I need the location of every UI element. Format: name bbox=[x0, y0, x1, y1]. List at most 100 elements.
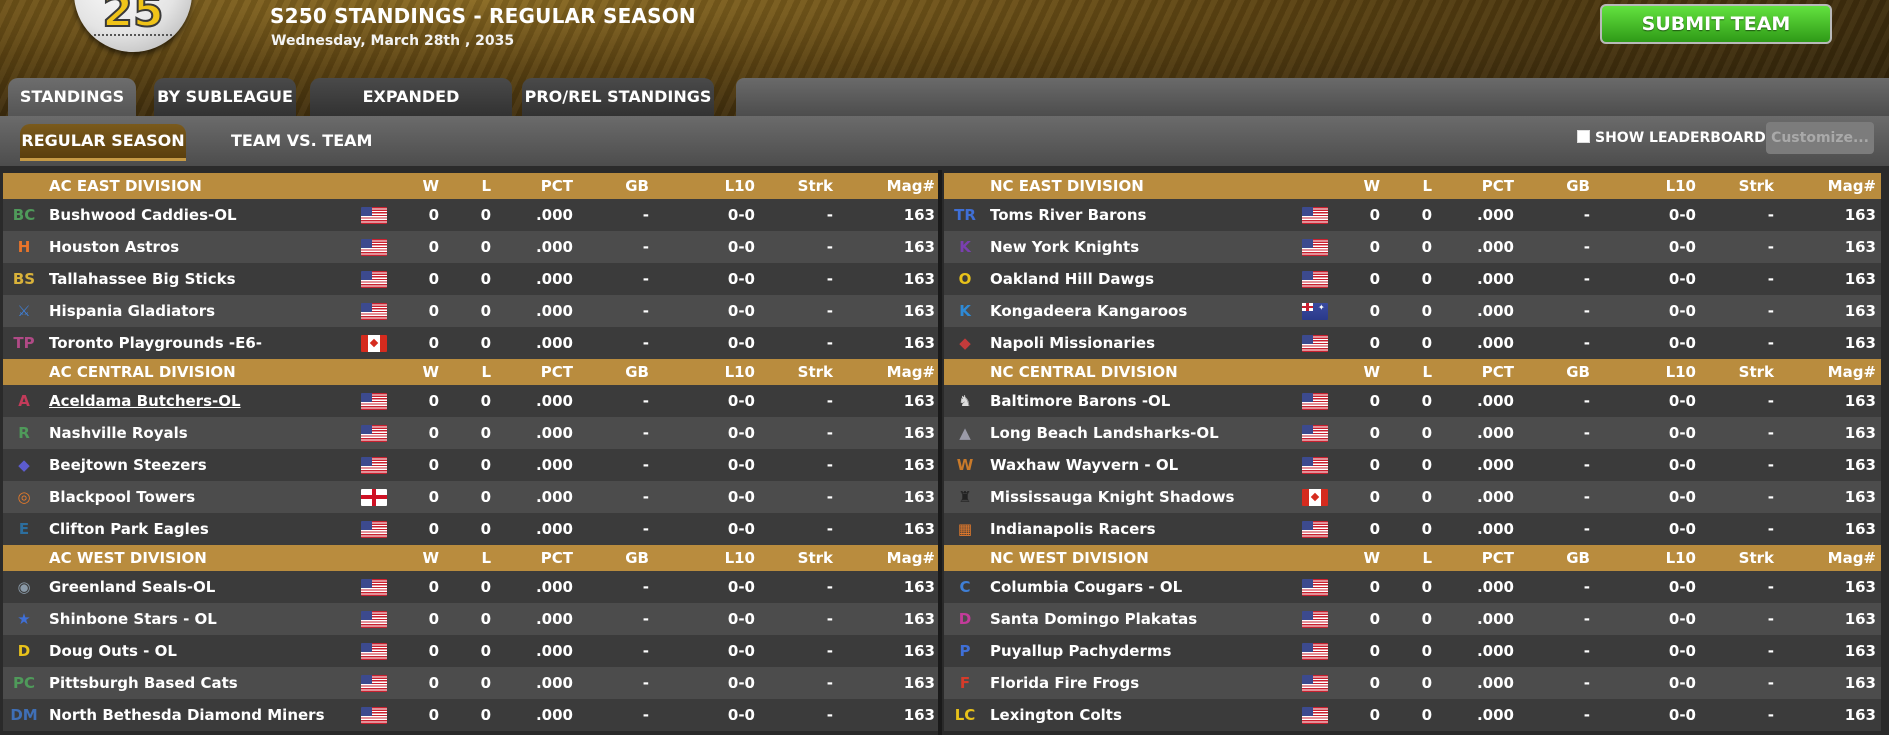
team-row[interactable]: E Clifton Park Eagles 0 0 .000 - 0-0 - 163 bbox=[3, 513, 940, 545]
column-header-w[interactable]: W bbox=[407, 173, 439, 199]
column-header-mag[interactable]: Mag# bbox=[1820, 545, 1876, 571]
team-name[interactable]: Lexington Colts bbox=[990, 699, 1122, 731]
subtab-regular-season[interactable]: REGULAR SEASON bbox=[20, 124, 186, 161]
column-header-w[interactable]: W bbox=[407, 545, 439, 571]
team-row[interactable]: F Florida Fire Frogs 0 0 .000 - 0-0 - 163 bbox=[944, 667, 1881, 699]
team-row[interactable]: O Oakland Hill Dawgs 0 0 .000 - 0-0 - 163 bbox=[944, 263, 1881, 295]
team-row[interactable]: PC Pittsburgh Based Cats 0 0 .000 - 0-0 - 163 bbox=[3, 667, 940, 699]
tab-by-subleague[interactable]: BY SUBLEAGUE bbox=[154, 78, 296, 116]
team-row[interactable]: ♞ Baltimore Barons -OL 0 0 .000 - 0-0 - 163 bbox=[944, 385, 1881, 417]
column-header-w[interactable]: W bbox=[1348, 545, 1380, 571]
column-header-l10[interactable]: L10 bbox=[1648, 545, 1696, 571]
column-header-mag[interactable]: Mag# bbox=[879, 173, 935, 199]
team-row[interactable]: C Columbia Cougars - OL 0 0 .000 - 0-0 - 163 bbox=[944, 571, 1881, 603]
team-row[interactable]: A Aceldama Butchers-OL 0 0 .000 - 0-0 - 163 bbox=[3, 385, 940, 417]
column-header-pct[interactable]: PCT bbox=[523, 545, 573, 571]
team-name[interactable]: Doug Outs - OL bbox=[49, 635, 177, 667]
column-header-l[interactable]: L bbox=[465, 545, 491, 571]
column-header-pct[interactable]: PCT bbox=[523, 359, 573, 385]
column-header-l10[interactable]: L10 bbox=[1648, 173, 1696, 199]
column-header-gb[interactable]: GB bbox=[1564, 173, 1590, 199]
subtab-team-vs-team[interactable]: TEAM VS. TEAM bbox=[231, 124, 372, 158]
column-header-pct[interactable]: PCT bbox=[1464, 173, 1514, 199]
team-name[interactable]: Greenland Seals-OL bbox=[49, 571, 215, 603]
column-header-l10[interactable]: L10 bbox=[707, 359, 755, 385]
column-header-w[interactable]: W bbox=[1348, 359, 1380, 385]
team-name[interactable]: Baltimore Barons -OL bbox=[990, 385, 1170, 417]
submit-team-button[interactable]: SUBMIT TEAM bbox=[1600, 4, 1832, 44]
column-header-gb[interactable]: GB bbox=[1564, 545, 1590, 571]
column-header-strk[interactable]: Strk bbox=[791, 173, 833, 199]
team-row[interactable]: ⚔ Hispania Gladiators 0 0 .000 - 0-0 - 163 bbox=[3, 295, 940, 327]
column-header-strk[interactable]: Strk bbox=[1732, 359, 1774, 385]
column-header-pct[interactable]: PCT bbox=[1464, 545, 1514, 571]
team-name[interactable]: Puyallup Pachyderms bbox=[990, 635, 1171, 667]
team-row[interactable]: TR Toms River Barons 0 0 .000 - 0-0 - 163 bbox=[944, 199, 1881, 231]
team-name[interactable]: Nashville Royals bbox=[49, 417, 188, 449]
team-name[interactable]: Napoli Missionaries bbox=[990, 327, 1155, 359]
column-header-l10[interactable]: L10 bbox=[1648, 359, 1696, 385]
team-name[interactable]: Blackpool Towers bbox=[49, 481, 195, 513]
team-row[interactable]: ◎ Blackpool Towers 0 0 .000 - 0-0 - 163 bbox=[3, 481, 940, 513]
team-name[interactable]: Tallahassee Big Sticks bbox=[49, 263, 236, 295]
team-row[interactable]: ♜ Mississauga Knight Shadows 0 0 .000 - 0-0 - 16… bbox=[944, 481, 1881, 513]
column-header-pct[interactable]: PCT bbox=[523, 173, 573, 199]
team-name[interactable]: Oakland Hill Dawgs bbox=[990, 263, 1154, 295]
column-header-pct[interactable]: PCT bbox=[1464, 359, 1514, 385]
team-row[interactable]: LC Lexington Colts 0 0 .000 - 0-0 - 163 bbox=[944, 699, 1881, 731]
column-header-gb[interactable]: GB bbox=[623, 545, 649, 571]
show-leaderboards-checkbox[interactable] bbox=[1577, 130, 1590, 143]
column-header-l10[interactable]: L10 bbox=[707, 173, 755, 199]
team-name[interactable]: North Bethesda Diamond Miners bbox=[49, 699, 325, 731]
team-row[interactable]: R Nashville Royals 0 0 .000 - 0-0 - 163 bbox=[3, 417, 940, 449]
column-header-gb[interactable]: GB bbox=[623, 359, 649, 385]
team-row[interactable]: H Houston Astros 0 0 .000 - 0-0 - 163 bbox=[3, 231, 940, 263]
team-row[interactable]: ▦ Indianapolis Racers 0 0 .000 - 0-0 - 163 bbox=[944, 513, 1881, 545]
team-name[interactable]: Kongadeera Kangaroos bbox=[990, 295, 1187, 327]
show-leaderboards-toggle[interactable]: SHOW LEADERBOARDS bbox=[1577, 130, 1776, 146]
team-row[interactable]: W Waxhaw Wayvern - OL 0 0 .000 - 0-0 - 163 bbox=[944, 449, 1881, 481]
tab-expanded-standings[interactable]: EXPANDED STANDINGS bbox=[310, 78, 512, 144]
team-name[interactable]: Clifton Park Eagles bbox=[49, 513, 209, 545]
team-row[interactable]: ▲ Long Beach Landsharks-OL 0 0 .000 - 0-0 - 163 bbox=[944, 417, 1881, 449]
column-header-w[interactable]: W bbox=[407, 359, 439, 385]
team-name[interactable]: Aceldama Butchers-OL bbox=[49, 385, 241, 417]
team-row[interactable]: TP Toronto Playgrounds -E6- 0 0 .000 - 0-0 - 163 bbox=[3, 327, 940, 359]
team-name[interactable]: Pittsburgh Based Cats bbox=[49, 667, 238, 699]
team-name[interactable]: Shinbone Stars - OL bbox=[49, 603, 217, 635]
column-header-mag[interactable]: Mag# bbox=[1820, 359, 1876, 385]
team-name[interactable]: Long Beach Landsharks-OL bbox=[990, 417, 1219, 449]
team-row[interactable]: BC Bushwood Caddies-OL 0 0 .000 - 0-0 - 163 bbox=[3, 199, 940, 231]
team-name[interactable]: Waxhaw Wayvern - OL bbox=[990, 449, 1178, 481]
column-header-strk[interactable]: Strk bbox=[791, 359, 833, 385]
column-header-gb[interactable]: GB bbox=[1564, 359, 1590, 385]
team-name[interactable]: Mississauga Knight Shadows bbox=[990, 481, 1235, 513]
tab-pro-rel-standings[interactable]: PRO/REL STANDINGS bbox=[522, 78, 714, 116]
column-header-mag[interactable]: Mag# bbox=[879, 359, 935, 385]
column-header-l[interactable]: L bbox=[465, 173, 491, 199]
column-header-gb[interactable]: GB bbox=[623, 173, 649, 199]
column-header-l10[interactable]: L10 bbox=[707, 545, 755, 571]
column-header-strk[interactable]: Strk bbox=[791, 545, 833, 571]
team-name[interactable]: Bushwood Caddies-OL bbox=[49, 199, 237, 231]
team-row[interactable]: ◆ Napoli Missionaries 0 0 .000 - 0-0 - 163 bbox=[944, 327, 1881, 359]
team-row[interactable]: K New York Knights 0 0 .000 - 0-0 - 163 bbox=[944, 231, 1881, 263]
team-name[interactable]: Hispania Gladiators bbox=[49, 295, 215, 327]
team-row[interactable]: K Kongadeera Kangaroos 0 0 .000 - 0-0 - 163 bbox=[944, 295, 1881, 327]
team-row[interactable]: ◉ Greenland Seals-OL 0 0 .000 - 0-0 - 163 bbox=[3, 571, 940, 603]
column-header-mag[interactable]: Mag# bbox=[879, 545, 935, 571]
column-header-strk[interactable]: Strk bbox=[1732, 173, 1774, 199]
customize-button[interactable]: Customize... bbox=[1766, 122, 1874, 154]
team-name[interactable]: Florida Fire Frogs bbox=[990, 667, 1139, 699]
team-row[interactable]: ◆ Beejtown Steezers 0 0 .000 - 0-0 - 163 bbox=[3, 449, 940, 481]
column-header-l[interactable]: L bbox=[1406, 359, 1432, 385]
team-row[interactable]: D Doug Outs - OL 0 0 .000 - 0-0 - 163 bbox=[3, 635, 940, 667]
team-name[interactable]: Indianapolis Racers bbox=[990, 513, 1156, 545]
team-name[interactable]: Houston Astros bbox=[49, 231, 179, 263]
column-header-strk[interactable]: Strk bbox=[1732, 545, 1774, 571]
team-row[interactable]: DM North Bethesda Diamond Miners 0 0 .000 - 0-… bbox=[3, 699, 940, 731]
column-header-l[interactable]: L bbox=[465, 359, 491, 385]
team-name[interactable]: Toronto Playgrounds -E6- bbox=[49, 327, 262, 359]
column-header-l[interactable]: L bbox=[1406, 545, 1432, 571]
team-row[interactable]: D Santa Domingo Plakatas 0 0 .000 - 0-0 - 163 bbox=[944, 603, 1881, 635]
